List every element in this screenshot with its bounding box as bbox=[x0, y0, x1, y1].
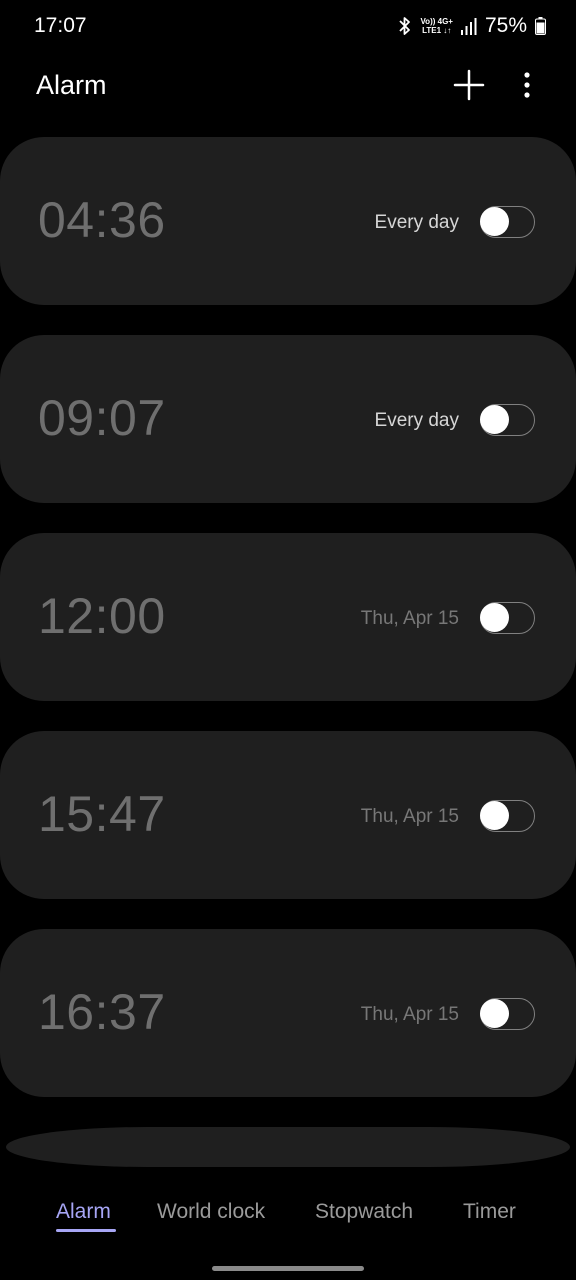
app-header: Alarm bbox=[0, 52, 576, 122]
more-options-button[interactable] bbox=[512, 64, 542, 106]
alarm-card[interactable]: 12:00 Thu, Apr 15 bbox=[0, 533, 576, 701]
alarm-toggle[interactable] bbox=[480, 998, 535, 1030]
alarm-time: 15:47 bbox=[38, 786, 166, 842]
status-time: 17:07 bbox=[34, 14, 87, 37]
add-alarm-button[interactable] bbox=[448, 64, 490, 106]
alarm-date: Thu, Apr 15 bbox=[360, 1004, 459, 1025]
toggle-knob bbox=[480, 801, 509, 830]
battery-icon bbox=[535, 17, 546, 35]
home-indicator[interactable] bbox=[212, 1266, 364, 1271]
alarm-toggle[interactable] bbox=[480, 800, 535, 832]
signal-icon bbox=[460, 17, 477, 35]
alarm-screen: 17:07 Vo)) 4G+ LTE1 ↓↑ 75% Alarm 04:36 E… bbox=[0, 0, 576, 1280]
alarm-time: 09:07 bbox=[38, 390, 166, 446]
bluetooth-icon bbox=[398, 16, 412, 36]
alarm-toggle[interactable] bbox=[480, 404, 535, 436]
battery-percent: 75% bbox=[484, 14, 527, 37]
alarm-time: 12:00 bbox=[38, 588, 166, 644]
toggle-knob bbox=[480, 405, 509, 434]
alarm-card[interactable]: 16:37 Thu, Apr 15 bbox=[0, 929, 576, 1097]
alarm-repeat: Every day bbox=[374, 212, 459, 233]
tab-world-clock[interactable]: World clock bbox=[157, 1200, 265, 1224]
tab-alarm[interactable]: Alarm bbox=[56, 1200, 111, 1224]
bottom-tab-bar: Alarm World clock Stopwatch Timer bbox=[0, 1190, 576, 1240]
alarm-list: 04:36 Every day 09:07 Every day 12:00 Th… bbox=[0, 137, 576, 1127]
alarm-time: 04:36 bbox=[38, 192, 166, 248]
toggle-knob bbox=[480, 603, 509, 632]
alarm-card-partial[interactable] bbox=[6, 1127, 570, 1167]
active-tab-indicator bbox=[56, 1229, 116, 1232]
status-icons: Vo)) 4G+ LTE1 ↓↑ 75% bbox=[398, 13, 546, 39]
tab-stopwatch[interactable]: Stopwatch bbox=[315, 1200, 413, 1224]
more-vert-icon bbox=[524, 72, 530, 98]
toggle-knob bbox=[480, 999, 509, 1028]
alarm-toggle[interactable] bbox=[480, 602, 535, 634]
network-indicator: Vo)) 4G+ LTE1 ↓↑ bbox=[420, 17, 453, 35]
toggle-knob bbox=[480, 207, 509, 236]
page-title: Alarm bbox=[36, 70, 107, 100]
alarm-date: Thu, Apr 15 bbox=[360, 806, 459, 827]
status-bar: 17:07 Vo)) 4G+ LTE1 ↓↑ 75% bbox=[0, 0, 576, 52]
alarm-card[interactable]: 04:36 Every day bbox=[0, 137, 576, 305]
alarm-time: 16:37 bbox=[38, 984, 166, 1040]
alarm-date: Thu, Apr 15 bbox=[360, 608, 459, 629]
tab-timer[interactable]: Timer bbox=[463, 1200, 516, 1224]
alarm-repeat: Every day bbox=[374, 410, 459, 431]
plus-icon bbox=[453, 69, 485, 101]
alarm-toggle[interactable] bbox=[480, 206, 535, 238]
network-line-1: Vo)) 4G+ bbox=[420, 17, 453, 26]
network-line-2: LTE1 ↓↑ bbox=[422, 26, 452, 35]
alarm-card[interactable]: 09:07 Every day bbox=[0, 335, 576, 503]
alarm-card[interactable]: 15:47 Thu, Apr 15 bbox=[0, 731, 576, 899]
